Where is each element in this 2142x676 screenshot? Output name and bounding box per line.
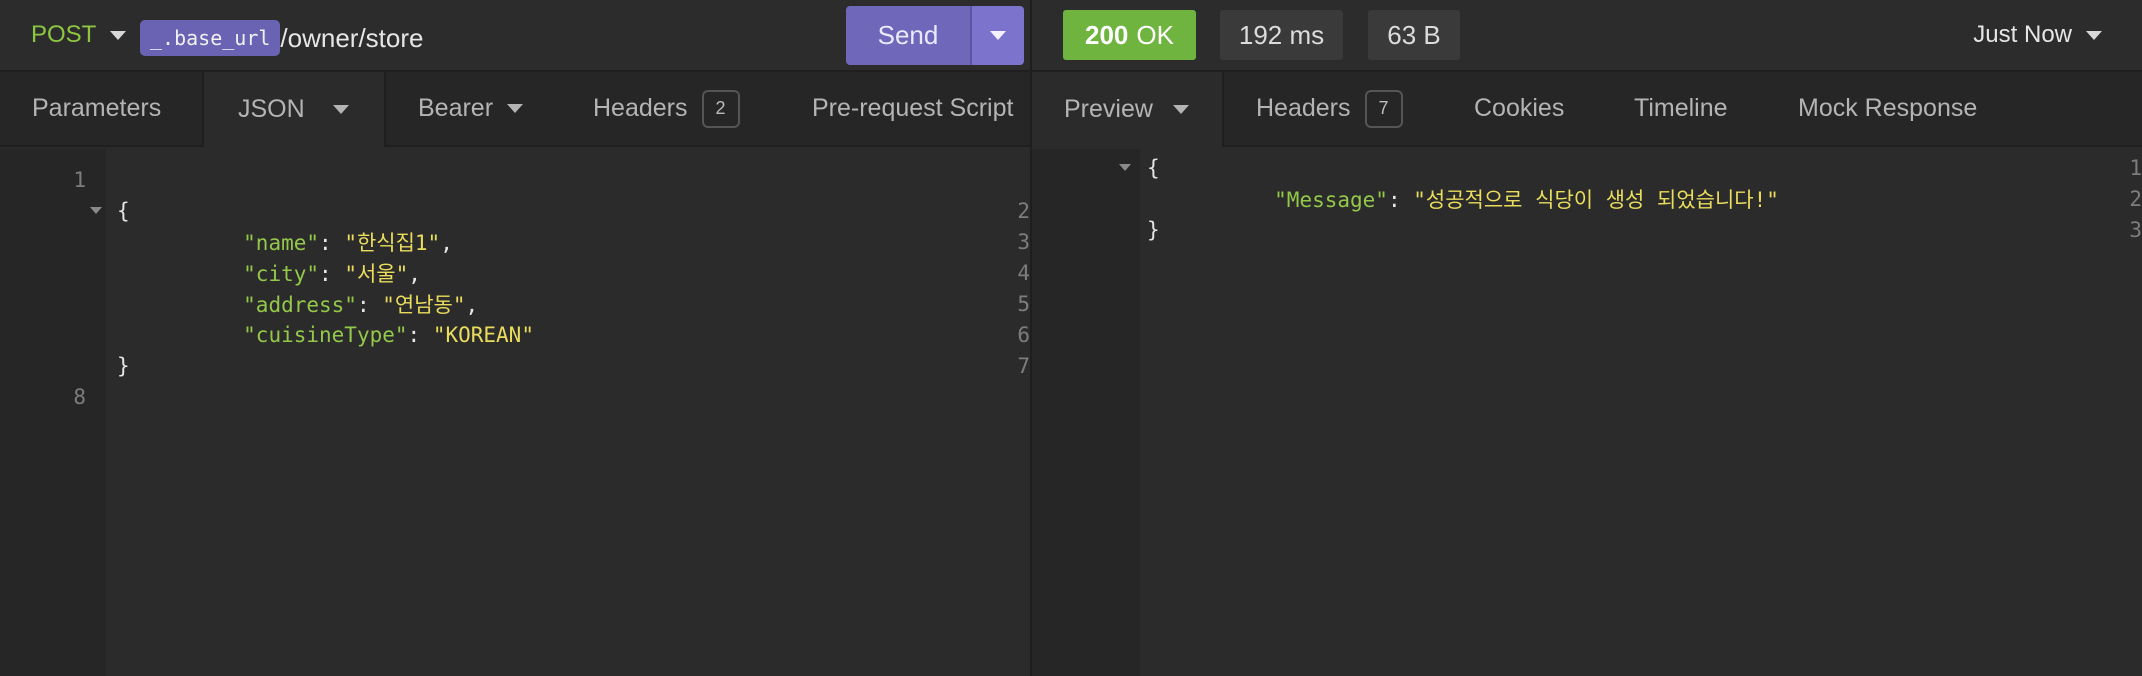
line-number: 2 — [2129, 186, 2142, 211]
response-pane: 200 OK 192 ms 63 B Just Now Preview Head… — [1032, 0, 2142, 676]
fold-caret-icon[interactable] — [1119, 164, 1131, 171]
response-tabs: Preview Headers 7 Cookies Timeline Mock … — [1032, 72, 2142, 147]
request-body-editor[interactable]: 1 2 { 3 "name": "한식집1", 4 "city": "서울", … — [0, 149, 1030, 676]
send-options-button[interactable] — [970, 6, 1024, 65]
response-size-badge: 63 B — [1368, 10, 1460, 60]
tab-cookies[interactable]: Cookies — [1474, 72, 1564, 145]
code-line: 2 "Message": "성공적으로 식당이 생성 되었습니다!" — [1274, 186, 2142, 212]
chevron-down-icon — [990, 31, 1006, 40]
status-code: 200 — [1085, 19, 1129, 50]
line-number: 3 — [1017, 229, 1030, 254]
line-number: 5 — [1017, 291, 1030, 316]
json-brace: { — [117, 198, 130, 223]
code-line: 3 } — [1032, 214, 2142, 245]
request-pane: POST _.base_url /owner/store Send Parame… — [0, 0, 1030, 676]
tab-response-headers[interactable]: Headers 7 — [1256, 72, 1403, 145]
send-button[interactable]: Send — [846, 6, 970, 65]
tab-parameters[interactable]: Parameters — [32, 72, 161, 145]
response-history-dropdown[interactable]: Just Now — [1973, 0, 2102, 70]
tab-label: Parameters — [32, 94, 162, 122]
headers-count-badge: 7 — [1364, 89, 1403, 128]
chevron-down-icon — [507, 104, 524, 113]
tab-headers[interactable]: Headers 2 — [593, 72, 740, 145]
tab-label: Cookies — [1474, 94, 1565, 122]
fold-caret-icon[interactable] — [90, 207, 102, 214]
code-line: 7 } — [0, 350, 1030, 381]
line-number: 7 — [1017, 353, 1030, 378]
tab-mock-response[interactable]: Mock Response — [1798, 72, 1977, 145]
chevron-down-icon — [110, 30, 127, 40]
response-status-bar: 200 OK 192 ms 63 B Just Now — [1032, 0, 2142, 72]
json-key: "cuisineType" — [243, 322, 408, 347]
tab-label: Mock Response — [1798, 94, 1978, 122]
url-bar: POST _.base_url /owner/store Send — [0, 0, 1030, 72]
line-number: 3 — [2129, 217, 2142, 242]
tab-label: Headers — [593, 94, 688, 122]
send-button-group: Send — [846, 6, 1024, 65]
method-dropdown[interactable]: POST — [31, 0, 127, 70]
tab-label: Headers — [1256, 94, 1351, 122]
method-label: POST — [31, 21, 97, 48]
tab-body-json[interactable]: JSON — [202, 72, 386, 147]
tab-label: JSON — [238, 95, 305, 123]
url-path: /owner/store — [280, 22, 424, 53]
tab-auth-bearer[interactable]: Bearer — [418, 72, 524, 145]
code-line: 8 — [0, 381, 86, 412]
json-string: "성공적으로 식당이 생성 되었습니다!" — [1413, 187, 1779, 212]
status-text: OK — [1136, 19, 1174, 50]
line-number: 1 — [2129, 155, 2142, 180]
chevron-down-icon — [1172, 105, 1189, 114]
tab-timeline[interactable]: Timeline — [1634, 72, 1728, 145]
json-brace: } — [117, 353, 130, 378]
json-string: "KOREAN" — [432, 322, 534, 347]
environment-variable-tag[interactable]: _.base_url — [140, 20, 281, 56]
response-body-viewer[interactable]: 1 { 2 "Message": "성공적으로 식당이 생성 되었습니다!" 3… — [1032, 149, 2142, 676]
json-brace: { — [1147, 155, 1160, 180]
line-number: 4 — [1017, 260, 1030, 285]
json-brace: } — [1147, 217, 1160, 242]
status-badge: 200 OK — [1063, 10, 1196, 60]
request-tabs: Parameters JSON Bearer Headers 2 Pre-req… — [0, 72, 1030, 147]
tab-pre-request-script[interactable]: Pre-request Script — [812, 72, 1013, 145]
history-label: Just Now — [1973, 21, 2072, 48]
tab-label: Timeline — [1634, 94, 1728, 122]
tab-label: Preview — [1064, 95, 1153, 123]
line-number: 1 — [73, 167, 86, 192]
tab-label: Bearer — [418, 94, 494, 122]
line-number: 6 — [1017, 322, 1030, 347]
response-time-badge: 192 ms — [1220, 10, 1343, 60]
json-comma: , — [440, 230, 453, 255]
url-input[interactable]: _.base_url /owner/store — [140, 20, 424, 56]
line-number: 2 — [1017, 198, 1030, 223]
code-line: 1 — [0, 164, 86, 195]
tab-label: Pre-request Script — [812, 94, 1014, 122]
headers-count-badge: 2 — [701, 89, 740, 128]
json-key: "Message" — [1274, 187, 1388, 212]
tab-preview[interactable]: Preview — [1032, 72, 1224, 147]
chevron-down-icon — [2086, 30, 2102, 40]
line-number: 8 — [73, 384, 86, 409]
chevron-down-icon — [332, 105, 349, 114]
code-line: 6 "cuisineType": "KOREAN" — [243, 322, 1030, 347]
